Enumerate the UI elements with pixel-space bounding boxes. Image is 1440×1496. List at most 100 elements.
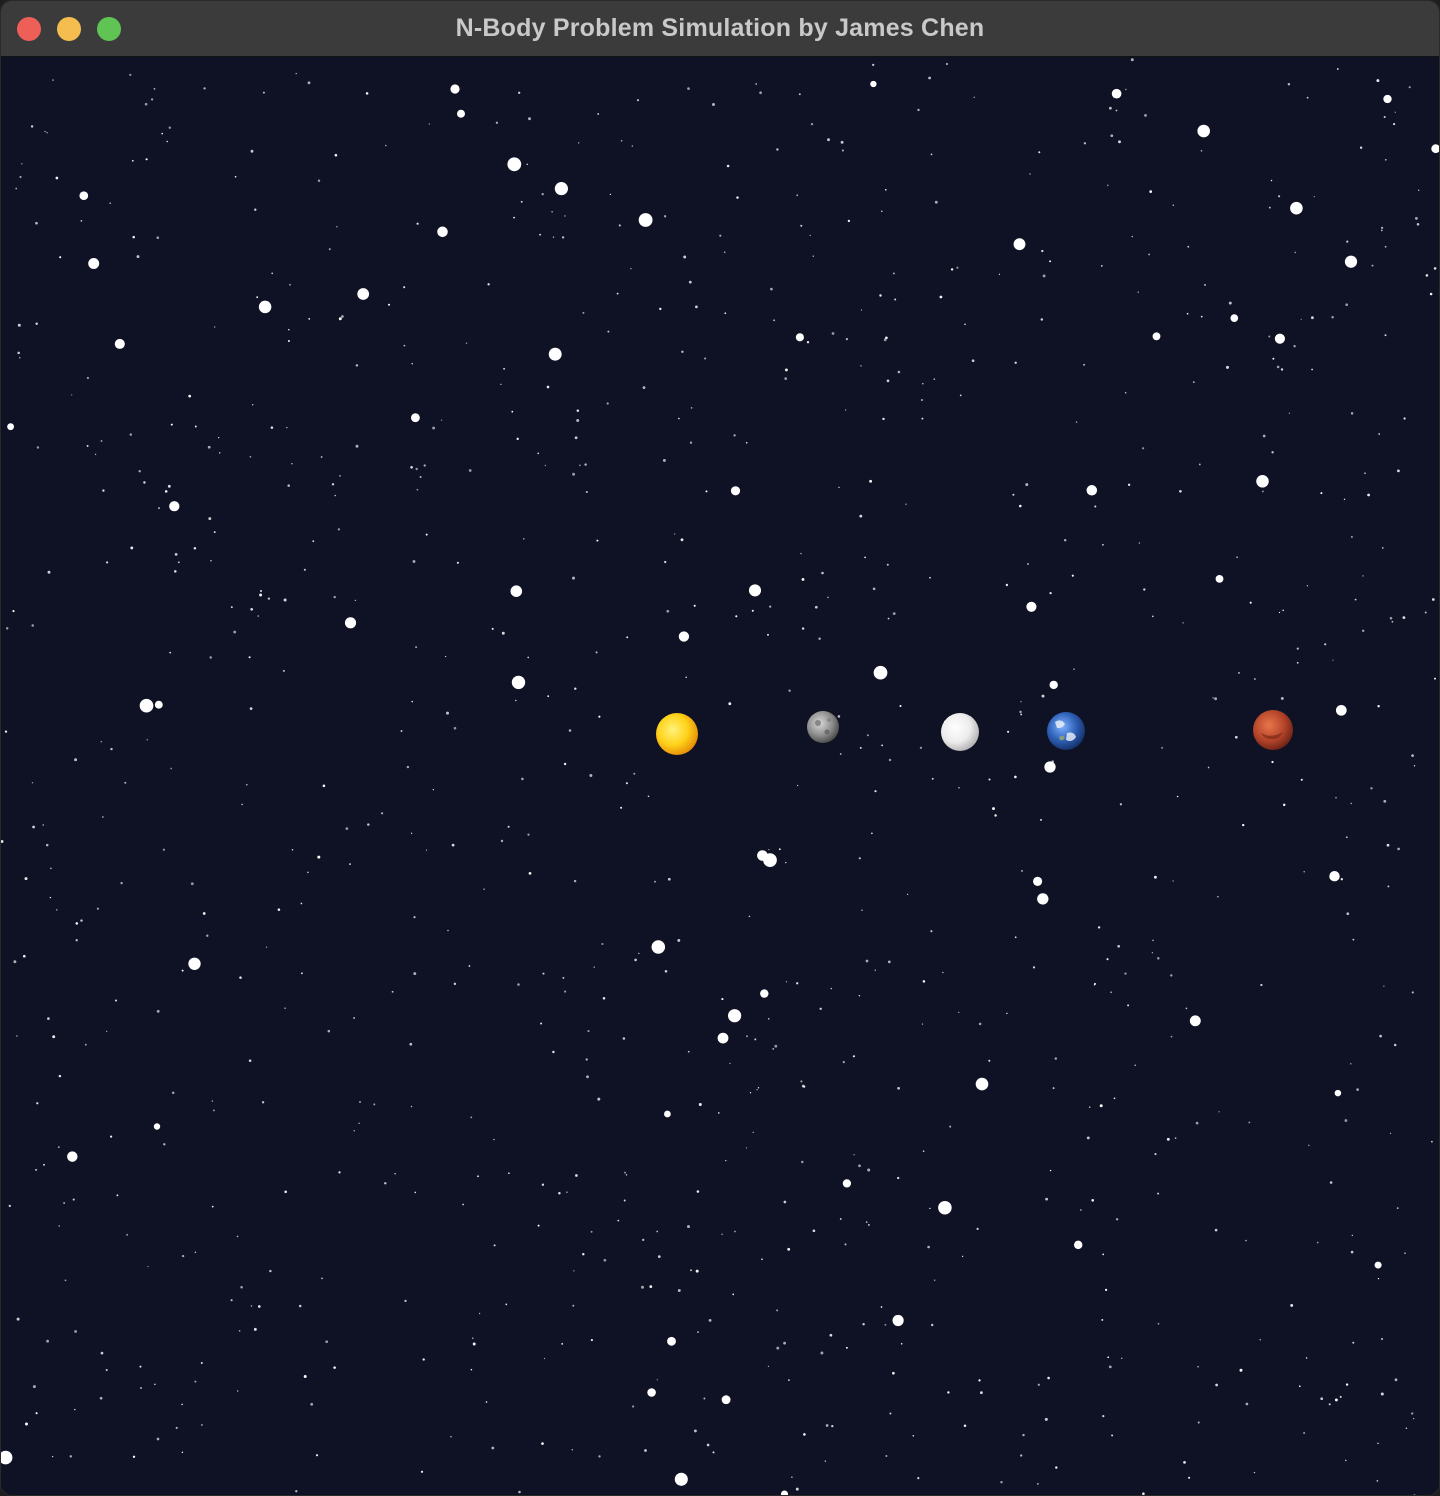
star bbox=[1104, 1288, 1108, 1292]
star bbox=[858, 1164, 861, 1168]
star bbox=[100, 440, 103, 442]
star bbox=[1049, 260, 1052, 263]
star bbox=[25, 1422, 28, 1426]
star bbox=[307, 81, 311, 85]
star bbox=[501, 631, 505, 635]
star bbox=[416, 222, 419, 225]
star bbox=[153, 88, 156, 90]
star bbox=[912, 1434, 915, 1437]
star bbox=[852, 1055, 855, 1058]
star bbox=[315, 1454, 319, 1457]
star bbox=[1425, 274, 1429, 277]
star bbox=[188, 394, 192, 398]
star bbox=[818, 637, 821, 640]
star bbox=[1125, 392, 1127, 394]
star bbox=[1214, 1228, 1218, 1232]
star bbox=[572, 576, 575, 580]
star bbox=[1298, 1385, 1301, 1388]
star bbox=[503, 367, 506, 370]
star bbox=[759, 91, 762, 95]
star bbox=[959, 394, 962, 397]
star bbox=[23, 954, 26, 958]
star bbox=[404, 1299, 407, 1303]
star bbox=[1197, 124, 1210, 138]
star bbox=[680, 538, 684, 542]
star bbox=[885, 1455, 888, 1457]
star bbox=[976, 1227, 979, 1231]
star bbox=[158, 507, 160, 510]
star bbox=[1384, 158, 1387, 161]
star bbox=[63, 1202, 65, 1204]
star bbox=[1157, 1192, 1160, 1195]
star bbox=[690, 407, 693, 409]
star bbox=[64, 1279, 67, 1282]
star bbox=[99, 1396, 103, 1400]
star bbox=[942, 971, 944, 974]
star bbox=[129, 73, 132, 77]
star bbox=[1153, 875, 1157, 879]
star bbox=[58, 1074, 62, 1078]
star bbox=[1331, 316, 1334, 319]
star bbox=[1379, 1034, 1382, 1038]
star bbox=[735, 615, 738, 618]
star bbox=[190, 882, 194, 886]
star bbox=[289, 283, 291, 286]
star bbox=[32, 825, 35, 829]
star bbox=[283, 598, 287, 602]
star bbox=[35, 221, 38, 225]
star bbox=[860, 309, 863, 311]
star bbox=[938, 1200, 952, 1215]
star bbox=[1374, 1261, 1382, 1269]
star bbox=[1154, 1153, 1157, 1156]
star bbox=[922, 980, 926, 983]
star bbox=[1038, 151, 1041, 154]
star bbox=[110, 1135, 113, 1138]
star bbox=[114, 338, 125, 349]
star bbox=[931, 1323, 934, 1327]
star bbox=[457, 109, 465, 118]
star bbox=[194, 1251, 197, 1254]
star bbox=[756, 1088, 758, 1091]
simulation-canvas[interactable] bbox=[1, 57, 1439, 1495]
star bbox=[1329, 1181, 1333, 1184]
star bbox=[783, 1341, 786, 1345]
star bbox=[774, 1044, 778, 1048]
star bbox=[1188, 1476, 1191, 1479]
star bbox=[975, 1077, 989, 1091]
star bbox=[1207, 766, 1210, 769]
star bbox=[1402, 616, 1406, 619]
star bbox=[1424, 611, 1427, 614]
star bbox=[1404, 1252, 1406, 1254]
star bbox=[317, 179, 321, 183]
star bbox=[664, 969, 668, 973]
star bbox=[168, 126, 171, 129]
star bbox=[357, 288, 370, 300]
star bbox=[1370, 787, 1373, 790]
star bbox=[1054, 1057, 1057, 1060]
star bbox=[796, 982, 799, 985]
star bbox=[139, 1365, 142, 1368]
star bbox=[1106, 958, 1109, 961]
star bbox=[1042, 274, 1046, 278]
star bbox=[933, 1279, 936, 1281]
star bbox=[1271, 760, 1274, 764]
star bbox=[1364, 472, 1366, 475]
star bbox=[693, 1429, 697, 1433]
star bbox=[589, 774, 593, 777]
star bbox=[139, 698, 154, 713]
star bbox=[218, 436, 220, 439]
star bbox=[1350, 535, 1353, 538]
star bbox=[1025, 483, 1029, 487]
star bbox=[51, 1455, 54, 1458]
star bbox=[1300, 778, 1303, 781]
star bbox=[689, 441, 693, 444]
star bbox=[47, 570, 51, 574]
star bbox=[1093, 984, 1096, 986]
star bbox=[1389, 1132, 1392, 1135]
star bbox=[541, 1442, 544, 1445]
star bbox=[880, 1306, 883, 1308]
star bbox=[36, 446, 40, 449]
star bbox=[1433, 267, 1437, 270]
star bbox=[1413, 765, 1416, 767]
star bbox=[1182, 622, 1184, 624]
